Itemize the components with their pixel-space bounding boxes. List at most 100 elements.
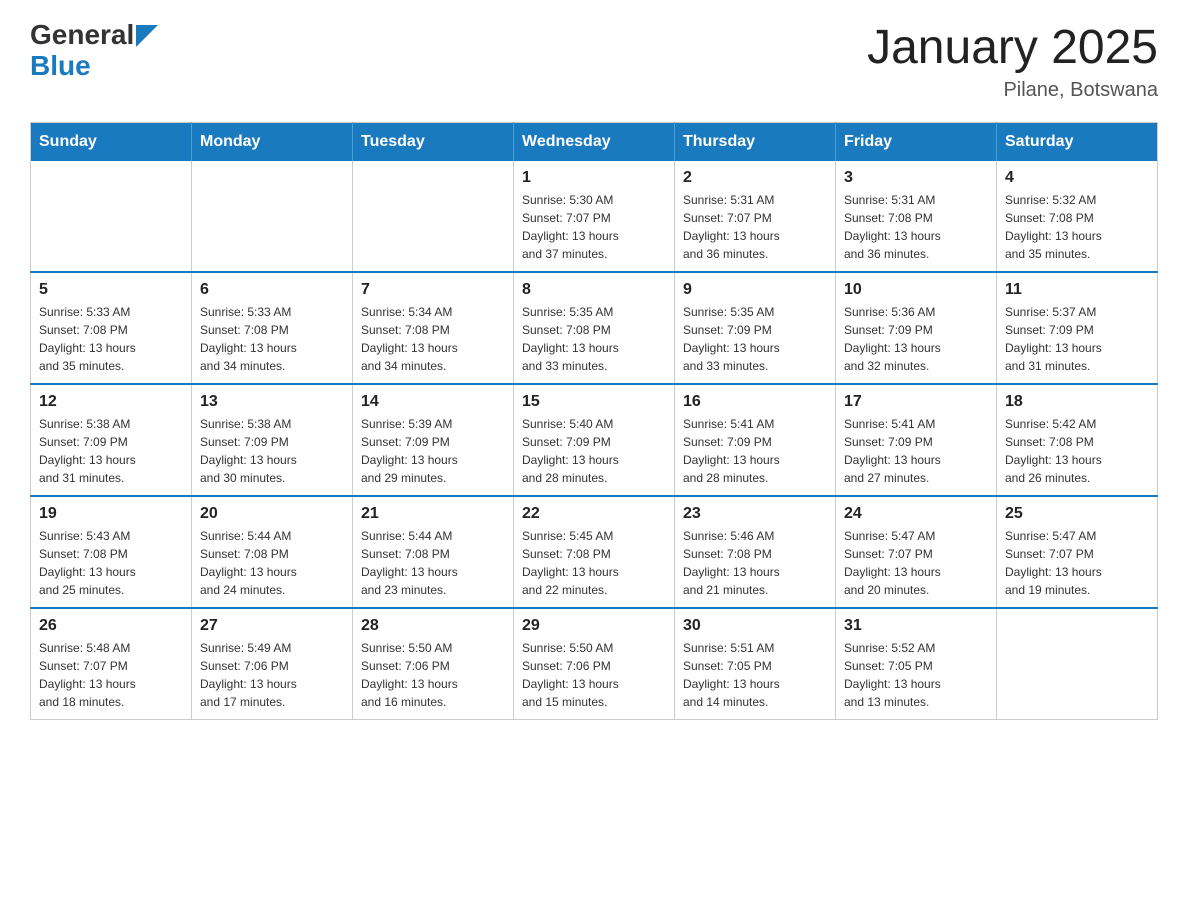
day-info: Sunrise: 5:40 AM Sunset: 7:09 PM Dayligh… [522,415,666,487]
day-info: Sunrise: 5:42 AM Sunset: 7:08 PM Dayligh… [1005,415,1149,487]
day-number: 18 [1005,393,1149,411]
day-number: 25 [1005,505,1149,523]
day-info: Sunrise: 5:41 AM Sunset: 7:09 PM Dayligh… [844,415,988,487]
calendar-cell: 13Sunrise: 5:38 AM Sunset: 7:09 PM Dayli… [192,384,353,496]
day-info: Sunrise: 5:44 AM Sunset: 7:08 PM Dayligh… [361,527,505,599]
day-info: Sunrise: 5:41 AM Sunset: 7:09 PM Dayligh… [683,415,827,487]
day-info: Sunrise: 5:39 AM Sunset: 7:09 PM Dayligh… [361,415,505,487]
day-number: 11 [1005,281,1149,299]
calendar-cell: 24 Sunrise: 5:47 AM Sunset: 7:07 PM Dayli… [836,496,997,608]
day-info: Sunrise: 5:47 AM Sunset: 7:07 PM Dayligh… [844,527,988,599]
calendar-header-row: SundayMondayTuesdayWednesdayThursdayFrid… [31,123,1158,162]
logo-general-text: General [30,20,134,51]
calendar-cell: 8 Sunrise: 5:35 AM Sunset: 7:08 PM Daylig… [514,272,675,384]
calendar-cell: 2 Sunrise: 5:31 AM Sunset: 7:07 PM Daylig… [675,161,836,272]
day-number: 9 [683,281,827,299]
day-info: Sunrise: 5:30 AM Sunset: 7:07 PM Dayligh… [522,191,666,263]
day-info: Sunrise: 5:33 AM Sunset: 7:08 PM Dayligh… [39,303,183,375]
calendar-cell [997,608,1158,720]
day-number: 10 [844,281,988,299]
day-info: Sunrise: 5:36 AM Sunset: 7:09 PM Dayligh… [844,303,988,375]
day-number: 22 [522,505,666,523]
day-number: 8 [522,281,666,299]
day-info: Sunrise: 5:51 AM Sunset: 7:05 PM Dayligh… [683,639,827,711]
calendar-cell: 17 Sunrise: 5:41 AM Sunset: 7:09 PM Dayli… [836,384,997,496]
calendar-cell: 4Sunrise: 5:32 AM Sunset: 7:08 PM Daylig… [997,161,1158,272]
calendar-cell: 28 Sunrise: 5:50 AM Sunset: 7:06 PM Dayli… [353,608,514,720]
day-number: 27 [200,617,344,635]
day-info: Sunrise: 5:35 AM Sunset: 7:08 PM Dayligh… [522,303,666,375]
calendar-cell: 15 Sunrise: 5:40 AM Sunset: 7:09 PM Dayli… [514,384,675,496]
calendar-cell: 9 Sunrise: 5:35 AM Sunset: 7:09 PM Daylig… [675,272,836,384]
calendar-cell: 31 Sunrise: 5:52 AM Sunset: 7:05 PM Dayli… [836,608,997,720]
calendar-cell: 11 Sunrise: 5:37 AM Sunset: 7:09 PM Dayli… [997,272,1158,384]
day-number: 14 [361,393,505,411]
day-number: 12 [39,393,183,411]
column-header-wednesday: Wednesday [514,123,675,162]
calendar-week-row: 19Sunrise: 5:43 AM Sunset: 7:08 PM Dayli… [31,496,1158,608]
day-info: Sunrise: 5:49 AM Sunset: 7:06 PM Dayligh… [200,639,344,711]
day-number: 4 [1005,169,1149,187]
logo-arrow-icon [136,25,158,47]
day-number: 17 [844,393,988,411]
column-header-friday: Friday [836,123,997,162]
calendar-title: January 2025 [867,20,1158,75]
day-number: 23 [683,505,827,523]
day-number: 15 [522,393,666,411]
calendar-cell: 22 Sunrise: 5:45 AM Sunset: 7:08 PM Dayli… [514,496,675,608]
day-number: 28 [361,617,505,635]
calendar-week-row: 1 Sunrise: 5:30 AM Sunset: 7:07 PM Daylig… [31,161,1158,272]
calendar-cell: 19Sunrise: 5:43 AM Sunset: 7:08 PM Dayli… [31,496,192,608]
column-header-thursday: Thursday [675,123,836,162]
day-number: 31 [844,617,988,635]
day-info: Sunrise: 5:44 AM Sunset: 7:08 PM Dayligh… [200,527,344,599]
day-number: 20 [200,505,344,523]
calendar-cell: 26 Sunrise: 5:48 AM Sunset: 7:07 PM Dayli… [31,608,192,720]
calendar-cell: 21Sunrise: 5:44 AM Sunset: 7:08 PM Dayli… [353,496,514,608]
calendar-cell [31,161,192,272]
day-info: Sunrise: 5:50 AM Sunset: 7:06 PM Dayligh… [522,639,666,711]
calendar-cell: 16 Sunrise: 5:41 AM Sunset: 7:09 PM Dayli… [675,384,836,496]
calendar-week-row: 12 Sunrise: 5:38 AM Sunset: 7:09 PM Dayli… [31,384,1158,496]
calendar-cell: 6Sunrise: 5:33 AM Sunset: 7:08 PM Daylig… [192,272,353,384]
day-number: 7 [361,281,505,299]
day-number: 30 [683,617,827,635]
day-info: Sunrise: 5:35 AM Sunset: 7:09 PM Dayligh… [683,303,827,375]
calendar-cell: 30 Sunrise: 5:51 AM Sunset: 7:05 PM Dayli… [675,608,836,720]
day-info: Sunrise: 5:46 AM Sunset: 7:08 PM Dayligh… [683,527,827,599]
column-header-saturday: Saturday [997,123,1158,162]
day-number: 5 [39,281,183,299]
calendar-cell: 20 Sunrise: 5:44 AM Sunset: 7:08 PM Dayli… [192,496,353,608]
day-number: 24 [844,505,988,523]
day-number: 13 [200,393,344,411]
day-number: 1 [522,169,666,187]
calendar-cell: 3 Sunrise: 5:31 AM Sunset: 7:08 PM Daylig… [836,161,997,272]
title-section: January 2025 Pilane, Botswana [867,20,1158,102]
day-info: Sunrise: 5:50 AM Sunset: 7:06 PM Dayligh… [361,639,505,711]
calendar-cell: 12 Sunrise: 5:38 AM Sunset: 7:09 PM Dayli… [31,384,192,496]
day-number: 3 [844,169,988,187]
calendar-table: SundayMondayTuesdayWednesdayThursdayFrid… [30,122,1158,720]
calendar-cell: 1 Sunrise: 5:30 AM Sunset: 7:07 PM Daylig… [514,161,675,272]
day-info: Sunrise: 5:38 AM Sunset: 7:09 PM Dayligh… [39,415,183,487]
day-info: Sunrise: 5:45 AM Sunset: 7:08 PM Dayligh… [522,527,666,599]
calendar-subtitle: Pilane, Botswana [867,79,1158,102]
day-info: Sunrise: 5:48 AM Sunset: 7:07 PM Dayligh… [39,639,183,711]
day-number: 6 [200,281,344,299]
day-number: 26 [39,617,183,635]
day-number: 19 [39,505,183,523]
calendar-cell [192,161,353,272]
calendar-cell [353,161,514,272]
logo: General Blue [30,20,158,82]
day-number: 2 [683,169,827,187]
page-header: General Blue January 2025 Pilane, Botswa… [30,20,1158,102]
day-info: Sunrise: 5:37 AM Sunset: 7:09 PM Dayligh… [1005,303,1149,375]
day-info: Sunrise: 5:52 AM Sunset: 7:05 PM Dayligh… [844,639,988,711]
calendar-week-row: 5 Sunrise: 5:33 AM Sunset: 7:08 PM Daylig… [31,272,1158,384]
day-number: 16 [683,393,827,411]
logo-blue-text: Blue [30,50,91,81]
day-info: Sunrise: 5:31 AM Sunset: 7:08 PM Dayligh… [844,191,988,263]
day-info: Sunrise: 5:31 AM Sunset: 7:07 PM Dayligh… [683,191,827,263]
calendar-cell: 7Sunrise: 5:34 AM Sunset: 7:08 PM Daylig… [353,272,514,384]
calendar-cell: 25Sunrise: 5:47 AM Sunset: 7:07 PM Dayli… [997,496,1158,608]
